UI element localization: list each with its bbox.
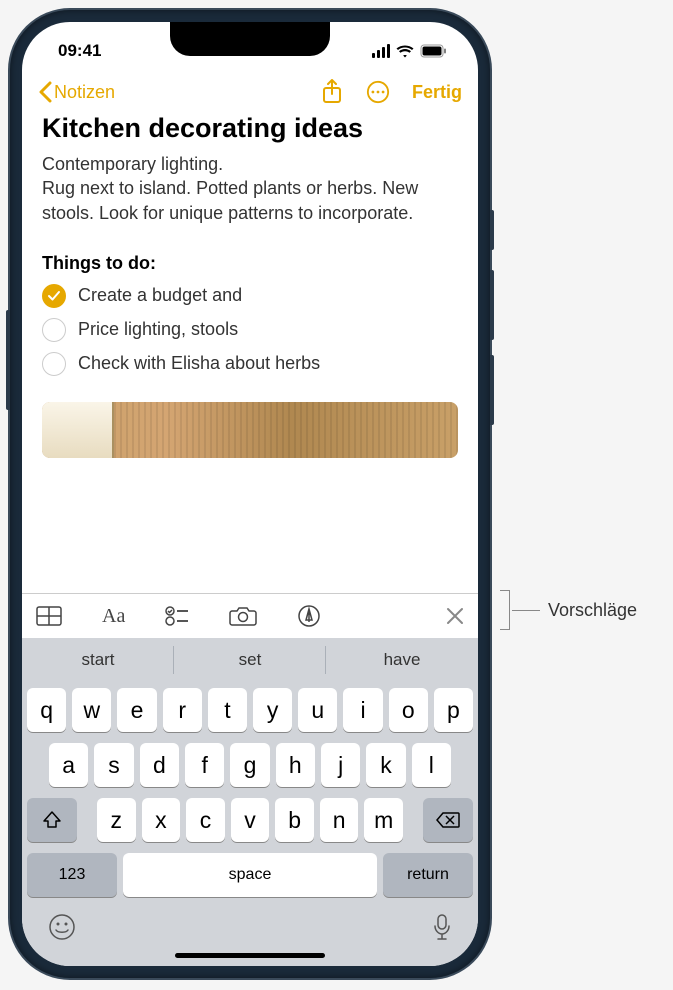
key-area: qwertyuiop asdfghjkl zxcvbnm 123 space — [22, 682, 478, 901]
more-button[interactable] — [366, 80, 390, 104]
checklist-item[interactable]: Check with Elisha about herbs — [42, 352, 458, 376]
checklist-item[interactable]: Price lighting, stools — [42, 318, 458, 342]
close-icon — [446, 607, 464, 625]
checklist-icon — [165, 606, 189, 626]
key-r[interactable]: r — [163, 688, 202, 732]
power-button — [6, 310, 10, 410]
side-button — [490, 355, 494, 425]
done-button[interactable]: Fertig — [412, 82, 462, 103]
text-format-button[interactable]: Aa — [102, 605, 125, 628]
note-title[interactable]: Kitchen decorating ideas — [42, 113, 458, 144]
mic-icon — [432, 913, 452, 941]
key-f[interactable]: f — [185, 743, 224, 787]
key-i[interactable]: i — [343, 688, 382, 732]
home-indicator[interactable] — [175, 953, 325, 958]
shift-key[interactable] — [27, 798, 77, 842]
phone-frame: 09:41 Notizen — [10, 10, 490, 978]
markup-button[interactable] — [297, 604, 321, 628]
screen: 09:41 Notizen — [22, 22, 478, 966]
format-toolbar: Aa — [22, 593, 478, 638]
cellular-icon — [372, 44, 390, 58]
key-p[interactable]: p — [434, 688, 473, 732]
callout-label: Vorschläge — [548, 600, 637, 621]
suggestion-bar: startsethave — [22, 638, 478, 682]
key-t[interactable]: t — [208, 688, 247, 732]
return-key[interactable]: return — [383, 853, 473, 897]
status-time: 09:41 — [58, 41, 101, 61]
key-j[interactable]: j — [321, 743, 360, 787]
key-s[interactable]: s — [94, 743, 133, 787]
back-button[interactable]: Notizen — [38, 81, 115, 103]
key-n[interactable]: n — [320, 798, 359, 842]
table-icon — [36, 606, 62, 626]
key-d[interactable]: d — [140, 743, 179, 787]
chevron-left-icon — [38, 81, 52, 103]
table-button[interactable] — [36, 606, 62, 626]
section-heading[interactable]: Things to do: — [42, 253, 458, 274]
keyboard: Aa — [22, 593, 478, 966]
key-o[interactable]: o — [389, 688, 428, 732]
key-z[interactable]: z — [97, 798, 136, 842]
more-icon — [366, 79, 390, 105]
notch — [170, 22, 330, 56]
key-g[interactable]: g — [230, 743, 269, 787]
checklist-item-text[interactable]: Create a budget and — [78, 285, 242, 306]
volume-down-button — [490, 270, 494, 340]
checklist: Create a budget and Price lighting, stool… — [42, 284, 458, 376]
checkbox[interactable] — [42, 318, 66, 342]
number-key[interactable]: 123 — [27, 853, 117, 897]
markup-icon — [297, 604, 321, 628]
key-m[interactable]: m — [364, 798, 403, 842]
checklist-item-text[interactable]: Check with Elisha about herbs — [78, 353, 320, 374]
checklist-button[interactable] — [165, 606, 189, 626]
note-attachment-image[interactable] — [42, 402, 458, 458]
suggestion-item[interactable]: have — [326, 638, 478, 682]
emoji-icon — [48, 913, 76, 941]
key-h[interactable]: h — [276, 743, 315, 787]
callout: Vorschläge — [500, 590, 637, 630]
key-l[interactable]: l — [412, 743, 451, 787]
checklist-item-text[interactable]: Price lighting, stools — [78, 319, 238, 340]
key-y[interactable]: y — [253, 688, 292, 732]
key-q[interactable]: q — [27, 688, 66, 732]
suggestion-item[interactable]: set — [174, 638, 326, 682]
close-toolbar-button[interactable] — [446, 607, 464, 625]
key-e[interactable]: e — [117, 688, 156, 732]
key-c[interactable]: c — [186, 798, 225, 842]
share-icon — [321, 79, 343, 105]
suggestion-item[interactable]: start — [22, 638, 174, 682]
key-a[interactable]: a — [49, 743, 88, 787]
key-b[interactable]: b — [275, 798, 314, 842]
share-button[interactable] — [320, 80, 344, 104]
backspace-key[interactable] — [423, 798, 473, 842]
dictation-button[interactable] — [432, 913, 452, 946]
emoji-button[interactable] — [48, 913, 76, 946]
note-content[interactable]: 10. Juni 2022 um 10:35 Uhr Kitchen decor… — [22, 112, 478, 593]
checkbox[interactable] — [42, 284, 66, 308]
key-v[interactable]: v — [231, 798, 270, 842]
status-icons — [372, 44, 448, 58]
nav-bar: Notizen Fertig — [22, 72, 478, 112]
note-body[interactable]: Contemporary lighting. Rug next to islan… — [42, 152, 458, 225]
key-x[interactable]: x — [142, 798, 181, 842]
keyboard-bottom-bar — [22, 901, 478, 949]
key-u[interactable]: u — [298, 688, 337, 732]
volume-up-button — [490, 210, 494, 250]
checkbox[interactable] — [42, 352, 66, 376]
shift-icon — [42, 810, 62, 830]
camera-icon — [229, 605, 257, 627]
checklist-item[interactable]: Create a budget and — [42, 284, 458, 308]
camera-button[interactable] — [229, 605, 257, 627]
backspace-icon — [436, 811, 460, 829]
battery-icon — [420, 44, 448, 58]
back-label: Notizen — [54, 82, 115, 103]
key-w[interactable]: w — [72, 688, 111, 732]
key-k[interactable]: k — [366, 743, 405, 787]
space-key[interactable]: space — [123, 853, 377, 897]
wifi-icon — [396, 44, 414, 58]
